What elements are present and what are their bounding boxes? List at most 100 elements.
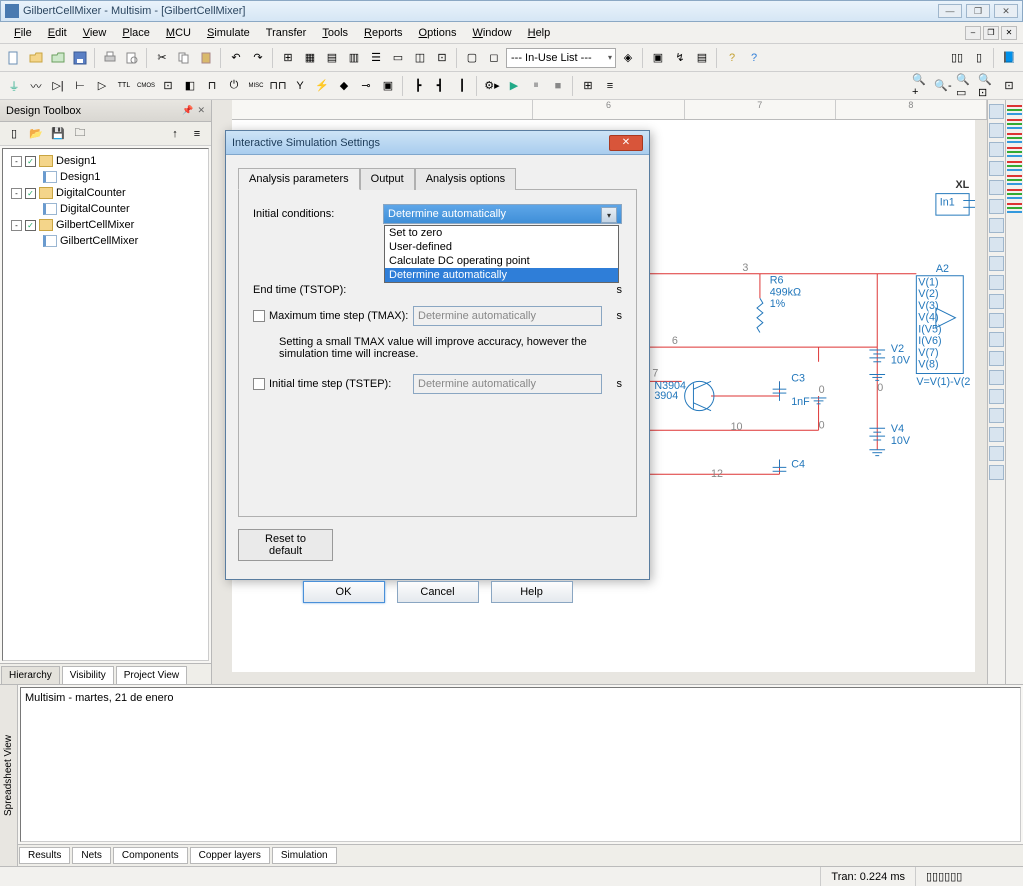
probe-f-icon[interactable] <box>1007 174 1022 186</box>
menu-mcu[interactable]: MCU <box>158 25 199 41</box>
place-net-button[interactable]: ┫ <box>430 76 450 96</box>
tool-a-button[interactable]: ▥ <box>344 48 364 68</box>
tree-toggle-icon[interactable]: - <box>11 220 22 231</box>
comp-nihw-button[interactable]: ◆ <box>334 76 354 96</box>
tab-visibility[interactable]: Visibility <box>62 666 114 684</box>
comp-mcu-button[interactable]: ▣ <box>378 76 398 96</box>
dt-open-button[interactable]: 📂 <box>26 124 46 144</box>
capacitor-c3[interactable]: C3 1nF <box>773 372 811 407</box>
probe-a-icon[interactable] <box>1007 104 1022 116</box>
paste-button[interactable] <box>196 48 216 68</box>
menu-window[interactable]: Window <box>464 25 519 41</box>
tree-checkbox[interactable]: ✓ <box>25 156 36 167</box>
run-sim-button[interactable]: ▣ <box>648 48 668 68</box>
instrument-spec-icon[interactable] <box>989 332 1004 347</box>
log-area[interactable]: Multisim - martes, 21 de enero <box>20 687 1021 842</box>
comp-diode-button[interactable]: ▷| <box>48 76 68 96</box>
comp-ttl-button[interactable]: TTL <box>114 76 134 96</box>
whatsthis-button[interactable]: ? <box>744 48 764 68</box>
instrument-funcgen-icon[interactable] <box>989 123 1004 138</box>
menu-edit[interactable]: Edit <box>40 25 75 41</box>
menu-transfer[interactable]: Transfer <box>258 25 315 41</box>
instrument-wattmeter-icon[interactable] <box>989 142 1004 157</box>
option-calc-dc[interactable]: Calculate DC operating point <box>385 254 618 268</box>
instrument-ag2-icon[interactable] <box>989 389 1004 404</box>
instrument-multimeter-icon[interactable] <box>989 104 1004 119</box>
comp-misc2-button[interactable]: MISC <box>246 76 266 96</box>
instrument-bode-icon[interactable] <box>989 199 1004 214</box>
sim-interact-button[interactable]: ⊞ <box>578 76 598 96</box>
source-v2[interactable]: V2 10V <box>869 343 910 367</box>
component-button[interactable]: ◈ <box>618 48 638 68</box>
instrument-dist-icon[interactable] <box>989 313 1004 328</box>
instrument-wordgen-icon[interactable] <box>989 237 1004 252</box>
comp-resistor-button[interactable]: 〰 <box>26 76 46 96</box>
instrument-iv-icon[interactable] <box>989 294 1004 309</box>
redo-button[interactable]: ↷ <box>248 48 268 68</box>
layers-button[interactable]: ▤ <box>322 48 342 68</box>
input-init-step[interactable]: Determine automatically <box>413 374 602 394</box>
help-button[interactable]: Help <box>491 581 573 603</box>
instrument-elvis-icon[interactable] <box>989 465 1004 480</box>
sim-pause-button[interactable]: ⏸ <box>526 76 546 96</box>
open-file-button[interactable] <box>26 48 46 68</box>
tree-node[interactable]: GilbertCellMixer <box>7 233 204 249</box>
mdi-minimize-button[interactable]: – <box>965 26 981 40</box>
comp-basic-button[interactable]: ⏚ <box>4 76 24 96</box>
mdi-close-button[interactable]: ✕ <box>1001 26 1017 40</box>
design-tree[interactable]: -✓Design1Design1-✓DigitalCounterDigitalC… <box>2 148 209 661</box>
help-button[interactable]: ? <box>722 48 742 68</box>
sim-settings-button[interactable]: ⚙▸ <box>482 76 502 96</box>
tree-checkbox[interactable]: ✓ <box>25 220 36 231</box>
dt-list-button[interactable]: ≡ <box>187 124 207 144</box>
panel-close-icon[interactable]: ✕ <box>197 105 205 116</box>
open-example-button[interactable] <box>48 48 68 68</box>
zoom-out-button[interactable]: 🔍- <box>933 76 953 96</box>
comp-rf-button[interactable]: ⊓⊓ <box>268 76 288 96</box>
instrument-cur-icon[interactable] <box>989 446 1004 461</box>
instrument-scope-icon[interactable] <box>989 161 1004 176</box>
copy-button[interactable] <box>174 48 194 68</box>
tool-d-button[interactable]: ◫ <box>410 48 430 68</box>
capacitor-c4[interactable]: C4 <box>773 458 805 471</box>
comp-mixed-button[interactable]: ◧ <box>180 76 200 96</box>
menu-tools[interactable]: Tools <box>314 25 356 41</box>
menu-simulate[interactable]: Simulate <box>199 25 258 41</box>
comp-conn-button[interactable]: ⊸ <box>356 76 376 96</box>
comp-antenna-button[interactable]: Y <box>290 76 310 96</box>
print-button[interactable] <box>100 48 120 68</box>
tree-toggle-icon[interactable]: - <box>11 188 22 199</box>
comp-opamp-button[interactable]: ▷ <box>92 76 112 96</box>
zoom-fit-button[interactable]: 🔍⊡ <box>977 76 997 96</box>
comp-cmos-button[interactable]: CMOS <box>136 76 156 96</box>
tab-analysis-options[interactable]: Analysis options <box>415 168 517 190</box>
checkbox-init-step[interactable] <box>253 378 265 390</box>
initial-conditions-dropdown[interactable]: Determine automatically Set to zero User… <box>383 204 622 224</box>
sim-play-button[interactable]: ▶ <box>504 76 524 96</box>
ok-button[interactable]: OK <box>303 581 385 603</box>
close-button[interactable]: ✕ <box>994 4 1018 18</box>
tab-copper-layers[interactable]: Copper layers <box>190 847 270 864</box>
tab-output[interactable]: Output <box>360 168 415 190</box>
tool-e-button[interactable]: ⊡ <box>432 48 452 68</box>
cut-button[interactable]: ✂ <box>152 48 172 68</box>
instrument-tek-icon[interactable] <box>989 408 1004 423</box>
option-set-to-zero[interactable]: Set to zero <box>385 226 618 240</box>
probe-g-icon[interactable] <box>1007 188 1022 200</box>
instrument-logicconv-icon[interactable] <box>989 275 1004 290</box>
tree-node[interactable]: -✓GilbertCellMixer <box>7 217 204 233</box>
probe-c-icon[interactable] <box>1007 132 1022 144</box>
tree-node[interactable]: DigitalCounter <box>7 201 204 217</box>
pin-icon[interactable]: 📌 <box>182 105 193 116</box>
maximize-button[interactable]: ❐ <box>966 4 990 18</box>
probe-d-icon[interactable] <box>1007 146 1022 158</box>
instrument-net-icon[interactable] <box>989 351 1004 366</box>
input-max-step[interactable]: Determine automatically <box>413 306 602 326</box>
sim-stop-button[interactable]: ■ <box>548 76 568 96</box>
dt-up-button[interactable]: ↑ <box>165 124 185 144</box>
tab-results[interactable]: Results <box>19 847 70 864</box>
comp-elect-button[interactable]: ⚡ <box>312 76 332 96</box>
instrument-ag1-icon[interactable] <box>989 370 1004 385</box>
view-mode-b-button[interactable]: ▯ <box>969 48 989 68</box>
source-v4[interactable]: V4 10V <box>869 423 910 447</box>
